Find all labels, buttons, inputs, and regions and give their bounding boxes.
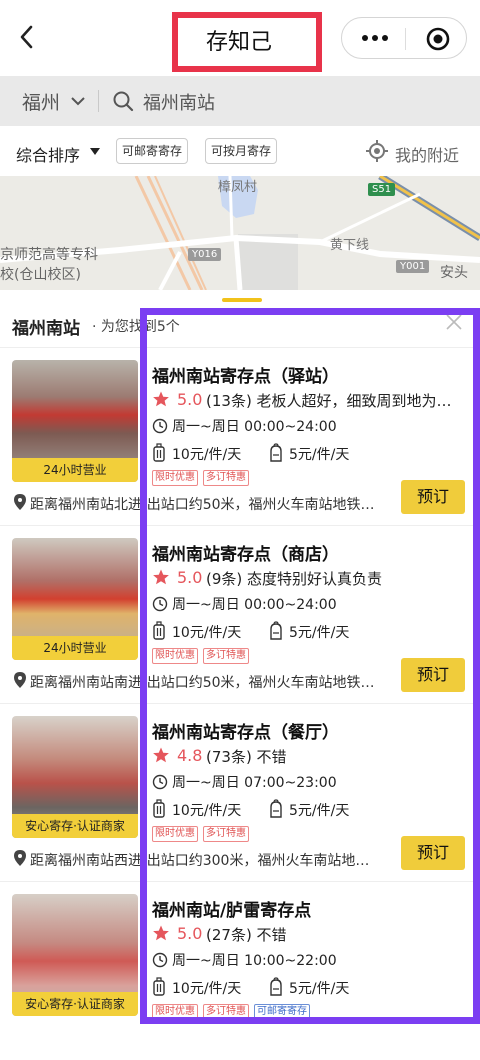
location-pin-icon [14, 850, 26, 866]
filter-chip-monthly[interactable]: 可按月寄存 [205, 138, 278, 164]
nearby-filter[interactable]: 我的附近 [395, 142, 459, 166]
store-badge: 24小时营业 [12, 458, 138, 482]
capsule-divider [405, 28, 406, 50]
map-label-town: 安头 [440, 265, 468, 281]
store-badge: 安心寄存·认证商家 [12, 814, 138, 838]
map-label-school-2: 校(仓山校区) [0, 267, 81, 283]
store-badge: 24小时营业 [12, 636, 138, 660]
map-shield-y001: Y001 [396, 260, 430, 273]
back-arrow-icon[interactable] [14, 22, 40, 52]
title-highlight-box [172, 12, 322, 72]
search-divider [98, 90, 99, 112]
map-label-village: 樟凤村 [218, 180, 258, 195]
map-label-school-1: 京师范高等专科 [0, 247, 98, 263]
filter-chip-mail[interactable]: 可邮寄寄存 [116, 138, 189, 164]
map-label-road: 黄下线 [330, 238, 370, 253]
map-shield-s51: S51 [368, 183, 396, 196]
annotation-highlight-box [140, 308, 480, 1024]
close-miniprogram-icon[interactable] [426, 27, 450, 51]
locate-icon[interactable] [366, 140, 388, 162]
filter-bar: 综合排序 可邮寄寄存 可按月寄存 我的附近 [0, 126, 480, 176]
map-shield-y016: Y016 [188, 248, 222, 261]
search-bar: 福州 福州南站 [0, 76, 480, 126]
store-badge: 安心寄存·认证商家 [12, 992, 138, 1016]
more-dots-icon[interactable] [360, 30, 390, 46]
city-selector[interactable]: 福州 [22, 88, 60, 115]
chevron-down-icon[interactable] [70, 95, 86, 107]
miniprogram-capsule [341, 17, 467, 59]
search-icon [113, 91, 134, 112]
sheet-drag-handle[interactable] [222, 298, 262, 302]
list-title: 福州南站 [12, 319, 80, 339]
sort-caret-icon[interactable] [90, 148, 100, 156]
sort-dropdown[interactable]: 综合排序 [16, 142, 80, 166]
location-pin-icon [14, 672, 26, 688]
search-input[interactable]: 福州南站 [143, 89, 215, 115]
map-view[interactable]: 樟凤村 黄下线 安头 京师范高等专科 校(仓山校区) S51 Y016 Y001 [0, 176, 480, 290]
location-pin-icon [14, 494, 26, 510]
nav-bar: 存知己 [0, 0, 480, 76]
